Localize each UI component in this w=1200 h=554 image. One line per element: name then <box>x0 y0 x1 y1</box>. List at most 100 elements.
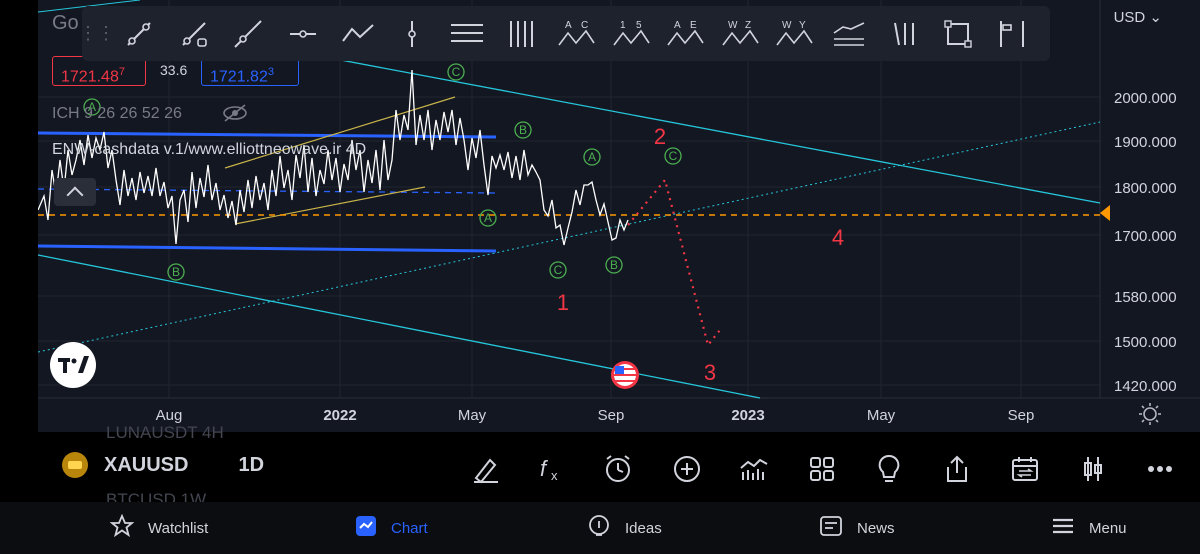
nav-watchlist-label: Watchlist <box>148 519 209 537</box>
ask-price-sup: 3 <box>267 66 274 78</box>
nav-ideas[interactable]: Ideas <box>587 502 662 554</box>
horizontal-ray-icon[interactable] <box>276 6 331 61</box>
share-icon[interactable] <box>937 449 977 489</box>
wave-label: C <box>669 149 678 163</box>
cycle-lines-icon[interactable] <box>876 6 931 61</box>
left-strip <box>0 0 38 554</box>
chevron-down-icon: ⌄ <box>1149 9 1162 26</box>
gold-symbol-icon <box>62 452 88 478</box>
time-tick: Sep <box>1008 407 1035 424</box>
chart-area[interactable]: A B C A B C A B C 1 2 3 4 2000.000 1900.… <box>0 0 1200 432</box>
time-tick: May <box>458 407 487 424</box>
wave-number-2: 2 <box>654 124 666 149</box>
chart-icon <box>355 515 377 541</box>
svg-text:W: W <box>728 20 738 31</box>
collapse-legend-button[interactable] <box>54 178 96 206</box>
tradingview-logo <box>50 342 96 388</box>
nav-menu[interactable]: Menu <box>1051 502 1127 554</box>
price-tick: 1800.000 <box>1114 180 1177 197</box>
rectangle-icon[interactable] <box>931 6 986 61</box>
hamburger-icon <box>1051 514 1075 542</box>
price-tick: 1700.000 <box>1114 228 1177 245</box>
alert-clock-icon[interactable] <box>598 449 638 489</box>
draw-brush-icon[interactable] <box>465 449 505 489</box>
us-event-marker <box>611 361 639 389</box>
ideas-icon <box>587 514 611 542</box>
time-tick: 2022 <box>323 407 356 424</box>
wave-number-4: 4 <box>832 225 844 250</box>
svg-text:Y: Y <box>799 20 806 31</box>
more-icon[interactable] <box>1140 449 1180 489</box>
ghost-symbol-above: LUNAUSDT 4H <box>106 423 224 442</box>
projection-path <box>627 177 721 348</box>
ghost-symbol-below: BTCUSD 1W <box>106 490 207 502</box>
polyline-icon[interactable] <box>330 6 385 61</box>
wave-number-1: 1 <box>557 290 569 315</box>
upper-band-line <box>37 131 497 139</box>
nav-ideas-label: Ideas <box>625 519 662 537</box>
currency-label: USD <box>1113 9 1146 26</box>
price-tick: 1900.000 <box>1114 134 1177 151</box>
news-icon <box>819 514 843 542</box>
vertical-line-icon[interactable] <box>385 6 440 61</box>
replay-icon[interactable] <box>1005 449 1045 489</box>
lower-band-line <box>37 244 497 253</box>
nav-chart-label: Chart <box>391 519 428 537</box>
nav-news[interactable]: News <box>819 502 895 554</box>
svg-text:A: A <box>674 20 681 31</box>
ask-price: 1721.82 <box>210 68 268 86</box>
symbol-name: XAUUSD <box>104 453 189 476</box>
add-icon[interactable] <box>667 449 707 489</box>
pitchfork-icon[interactable] <box>494 6 549 61</box>
enw-legend[interactable]: ENW-cashdata v.1/www.elliottneowave.ir 4… <box>52 141 366 159</box>
drawing-toolbar: ⋮⋮ AC 15 AE WZ WY <box>79 6 1050 61</box>
svg-text:C: C <box>581 20 588 31</box>
nav-chart[interactable]: Chart <box>355 502 428 554</box>
time-tick: Sep <box>598 407 625 424</box>
candles-icon[interactable] <box>1073 449 1113 489</box>
elliott-impulse-icon[interactable]: 15 <box>603 6 658 61</box>
settings-icon <box>1139 403 1161 425</box>
spread-value: 33.6 <box>160 62 188 78</box>
ichimoku-legend[interactable]: ICH 9 26 26 52 26 <box>52 105 182 123</box>
wave-label: A <box>588 150 596 164</box>
price-tick: 1500.000 <box>1114 334 1177 351</box>
ray-line-icon[interactable] <box>167 6 222 61</box>
current-price-marker <box>1100 205 1110 221</box>
bid-price-sup: 7 <box>118 66 125 78</box>
drag-handle-icon[interactable]: ⋮⋮ <box>79 6 115 61</box>
elliott-double-combo-icon[interactable]: WZ <box>713 6 768 61</box>
extended-line-icon[interactable] <box>221 6 276 61</box>
channel-upper-line <box>329 57 1101 204</box>
parallel-channel-icon[interactable] <box>440 6 495 61</box>
enw-label: ENW-cashdata v.1/www.elliottneowave.ir 4… <box>52 141 367 158</box>
elliott-triangle-icon[interactable]: AE <box>658 6 713 61</box>
long-position-icon[interactable] <box>986 6 1041 61</box>
elliott-triple-combo-icon[interactable]: WY <box>767 6 822 61</box>
bid-price: 1721.48 <box>61 68 119 86</box>
ideas-bulb-icon[interactable] <box>869 449 909 489</box>
mid-band-dashed-line <box>37 188 497 194</box>
interval-label[interactable]: 1D <box>238 454 264 477</box>
eye-hidden-icon[interactable] <box>222 103 248 123</box>
price-tick: 1420.000 <box>1114 378 1177 395</box>
svg-text:f: f <box>540 456 549 481</box>
chart-type-icon[interactable] <box>734 449 774 489</box>
symbol-selector[interactable]: XAUUSD 1D <box>62 452 264 478</box>
regression-trend-icon[interactable] <box>822 6 877 61</box>
nav-news-label: News <box>857 519 895 537</box>
indicators-fx-icon[interactable]: fx <box>531 449 571 489</box>
wave-label: B <box>172 265 180 279</box>
layouts-icon[interactable] <box>802 449 842 489</box>
wave-label: A <box>484 211 492 225</box>
channel-lower-line <box>37 254 761 399</box>
svg-text:1: 1 <box>620 20 626 31</box>
time-tick: May <box>867 407 896 424</box>
currency-selector[interactable]: USD ⌄ <box>1114 8 1162 26</box>
abc-pattern-icon[interactable]: AC <box>549 6 604 61</box>
symbol-title: Go <box>52 12 79 34</box>
yellow-lower-line <box>234 186 426 225</box>
nav-watchlist[interactable]: Watchlist <box>109 502 209 554</box>
trend-line-icon[interactable] <box>112 6 167 61</box>
svg-text:5: 5 <box>636 20 642 31</box>
